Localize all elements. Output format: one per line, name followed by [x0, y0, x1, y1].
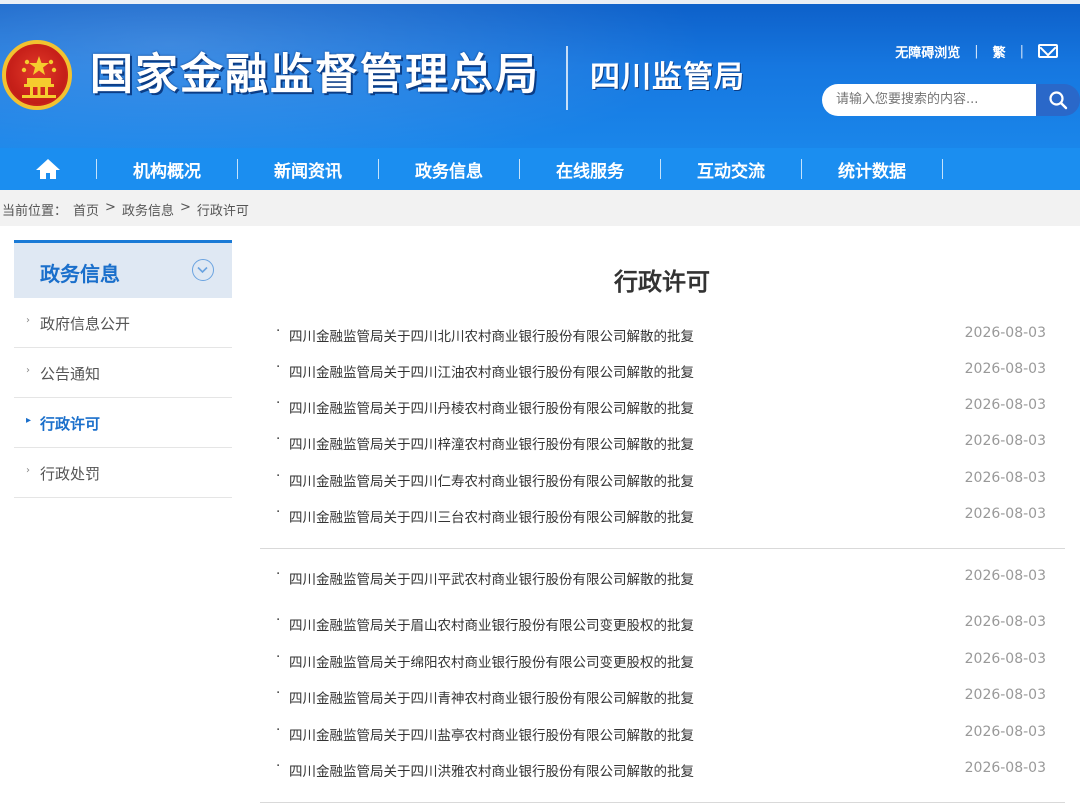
- list-item[interactable]: · 四川金融监管局关于四川仁寿农村商业银行股份有限公司解散的批复 2026-08…: [276, 468, 1046, 492]
- arrow-right-icon: ›: [26, 465, 30, 476]
- breadcrumb-home[interactable]: 首页: [73, 200, 99, 219]
- list-item-date: 2026-08-03: [964, 568, 1046, 584]
- nav-item-statistics[interactable]: 统计数据: [802, 148, 942, 190]
- sidebar-header[interactable]: 政务信息: [14, 240, 232, 298]
- arrow-right-icon: ›: [26, 365, 30, 376]
- sidebar-item-admin-license[interactable]: ▸ 行政许可: [14, 398, 232, 448]
- list-item[interactable]: · 四川金融监管局关于眉山农村商业银行股份有限公司变更股权的批复 2026-08…: [276, 612, 1046, 636]
- nav-item-government-info[interactable]: 政务信息: [379, 148, 519, 190]
- national-emblem-icon[interactable]: [2, 40, 72, 110]
- nav-home[interactable]: [0, 148, 96, 190]
- list-item[interactable]: · 四川金融监管局关于四川洪雅农村商业银行股份有限公司解散的批复 2026-08…: [276, 758, 1046, 782]
- list-item-date: 2026-08-03: [964, 325, 1046, 341]
- breadcrumb-prefix: 当前位置：: [2, 204, 68, 219]
- nav-item-news[interactable]: 新闻资讯: [238, 148, 378, 190]
- list-item[interactable]: · 四川金融监管局关于四川三台农村商业银行股份有限公司解散的批复 2026-08…: [276, 504, 1046, 528]
- bullet: ·: [276, 758, 281, 774]
- list-item-title[interactable]: 四川金融监管局关于四川梓潼农村商业银行股份有限公司解散的批复: [289, 433, 694, 453]
- list-item-title[interactable]: 四川金融监管局关于四川盐亭农村商业银行股份有限公司解散的批复: [289, 724, 694, 744]
- list-item-date: 2026-08-03: [964, 506, 1046, 522]
- util-separator: |: [1019, 43, 1024, 59]
- list-item[interactable]: · 四川金融监管局关于四川梓潼农村商业银行股份有限公司解散的批复 2026-08…: [276, 431, 1046, 455]
- list-item-title[interactable]: 四川金融监管局关于眉山农村商业银行股份有限公司变更股权的批复: [289, 614, 694, 634]
- nav-item-interaction[interactable]: 互动交流: [661, 148, 801, 190]
- title-divider: [566, 46, 568, 110]
- branch-title[interactable]: 四川监管局: [590, 58, 745, 98]
- util-separator: |: [974, 43, 979, 59]
- sidebar: 政务信息 › 政府信息公开 › 公告通知 ▸ 行政许可 › 行政处罚: [14, 240, 232, 498]
- page-title: 行政许可: [614, 268, 710, 296]
- bullet: ·: [276, 468, 281, 484]
- arrow-right-icon: ›: [26, 315, 30, 326]
- list-item-title[interactable]: 四川金融监管局关于四川江油农村商业银行股份有限公司解散的批复: [289, 361, 694, 381]
- bullet: ·: [276, 612, 281, 628]
- list-item-date: 2026-08-03: [964, 687, 1046, 703]
- bullet: ·: [276, 359, 281, 375]
- bullet: ·: [276, 395, 281, 411]
- sidebar-item-admin-penalty[interactable]: › 行政处罚: [14, 448, 232, 498]
- search-icon: [1049, 91, 1068, 110]
- list-item[interactable]: · 四川金融监管局关于四川盐亭农村商业银行股份有限公司解散的批复 2026-08…: [276, 722, 1046, 746]
- sidebar-item-announcements[interactable]: › 公告通知: [14, 348, 232, 398]
- list-item-title[interactable]: 四川金融监管局关于四川仁寿农村商业银行股份有限公司解散的批复: [289, 470, 694, 490]
- breadcrumb-level1[interactable]: 政务信息: [122, 200, 174, 219]
- bullet: ·: [276, 722, 281, 738]
- list-item-date: 2026-08-03: [964, 470, 1046, 486]
- bullet: ·: [276, 649, 281, 665]
- list-divider: [260, 548, 1065, 549]
- bullet: ·: [276, 685, 281, 701]
- utility-links: 无障碍浏览 | 繁 |: [895, 40, 1058, 62]
- sidebar-item-label: 公告通知: [40, 365, 101, 383]
- list-item[interactable]: · 四川金融监管局关于四川平武农村商业银行股份有限公司解散的批复 2026-08…: [276, 566, 1046, 590]
- list-item-title[interactable]: 四川金融监管局关于四川青神农村商业银行股份有限公司解散的批复: [289, 687, 694, 707]
- sidebar-item-gov-info-disclosure[interactable]: › 政府信息公开: [14, 298, 232, 348]
- list-item[interactable]: · 四川金融监管局关于绵阳农村商业银行股份有限公司变更股权的批复 2026-08…: [276, 649, 1046, 673]
- main-nav: 机构概况 新闻资讯 政务信息 在线服务 互动交流 统计数据: [0, 148, 1080, 190]
- nav-item-about[interactable]: 机构概况: [97, 148, 237, 190]
- sidebar-item-label: 政府信息公开: [40, 315, 131, 333]
- sidebar-item-label: 行政处罚: [40, 465, 101, 483]
- list-item-date: 2026-08-03: [964, 614, 1046, 630]
- nav-item-online-service[interactable]: 在线服务: [520, 148, 660, 190]
- list-item-date: 2026-08-03: [964, 760, 1046, 776]
- site-header: 国家金融监督管理总局 四川监管局 无障碍浏览 | 繁 |: [0, 0, 1080, 148]
- arrow-right-icon: ▸: [26, 415, 32, 426]
- list-item[interactable]: · 四川金融监管局关于四川青神农村商业银行股份有限公司解散的批复 2026-08…: [276, 685, 1046, 709]
- accessible-browse-link[interactable]: 无障碍浏览: [895, 42, 960, 61]
- site-title[interactable]: 国家金融监督管理总局: [90, 47, 540, 103]
- chevron-down-icon[interactable]: [192, 259, 214, 281]
- list-item-title[interactable]: 四川金融监管局关于四川平武农村商业银行股份有限公司解散的批复: [289, 568, 694, 588]
- search-button[interactable]: [1036, 84, 1080, 116]
- sidebar-item-label: 行政许可: [40, 415, 101, 433]
- bullet: ·: [276, 431, 281, 447]
- home-icon: [36, 159, 60, 179]
- list-item-date: 2026-08-03: [964, 433, 1046, 449]
- bullet: ·: [276, 566, 281, 582]
- list-item-date: 2026-08-03: [964, 724, 1046, 740]
- list-item[interactable]: · 四川金融监管局关于四川江油农村商业银行股份有限公司解散的批复 2026-08…: [276, 359, 1046, 383]
- mail-icon[interactable]: [1038, 44, 1058, 58]
- list-item-title[interactable]: 四川金融监管局关于四川丹棱农村商业银行股份有限公司解散的批复: [289, 397, 694, 417]
- list-item-date: 2026-08-03: [964, 397, 1046, 413]
- list-item[interactable]: · 四川金融监管局关于四川北川农村商业银行股份有限公司解散的批复 2026-08…: [276, 323, 1046, 347]
- bullet: ·: [276, 504, 281, 520]
- list-item-title[interactable]: 四川金融监管局关于四川三台农村商业银行股份有限公司解散的批复: [289, 506, 694, 526]
- list-item-title[interactable]: 四川金融监管局关于四川洪雅农村商业银行股份有限公司解散的批复: [289, 760, 694, 780]
- sidebar-title: 政务信息: [40, 262, 120, 286]
- breadcrumb-separator: >: [179, 200, 191, 215]
- list-item-title[interactable]: 四川金融监管局关于四川北川农村商业银行股份有限公司解散的批复: [289, 325, 694, 345]
- list-divider: [260, 802, 1065, 803]
- bullet: ·: [276, 323, 281, 339]
- breadcrumb: 当前位置： 首页 > 政务信息 > 行政许可: [2, 200, 249, 219]
- nav-divider: [942, 159, 943, 179]
- list-item-date: 2026-08-03: [964, 651, 1046, 667]
- breadcrumb-bar: 当前位置： 首页 > 政务信息 > 行政许可: [0, 190, 1080, 226]
- list-item[interactable]: · 四川金融监管局关于四川丹棱农村商业银行股份有限公司解散的批复 2026-08…: [276, 395, 1046, 419]
- breadcrumb-level2[interactable]: 行政许可: [197, 200, 249, 219]
- breadcrumb-separator: >: [105, 200, 116, 215]
- list-item-title[interactable]: 四川金融监管局关于绵阳农村商业银行股份有限公司变更股权的批复: [289, 651, 694, 671]
- search-input[interactable]: [822, 84, 1036, 116]
- list-item-date: 2026-08-03: [964, 361, 1046, 377]
- traditional-chinese-link[interactable]: 繁: [993, 42, 1006, 61]
